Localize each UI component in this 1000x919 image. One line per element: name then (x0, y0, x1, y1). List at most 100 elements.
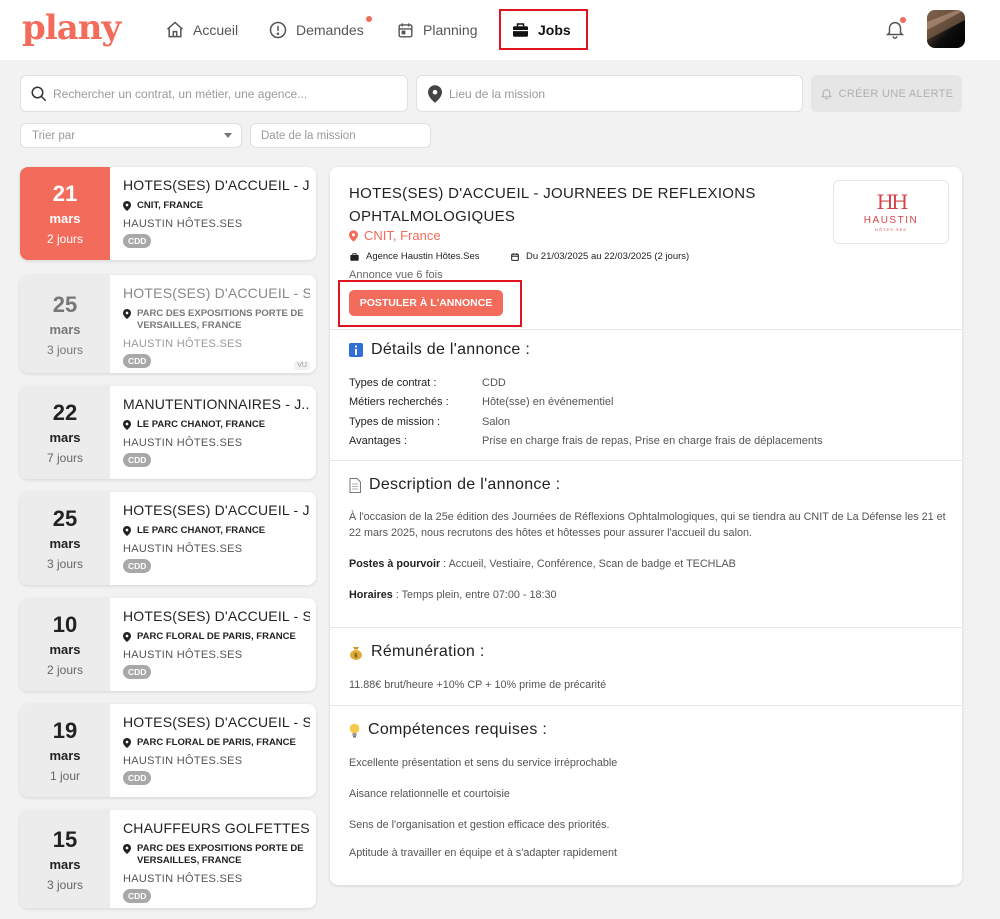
description-text: À l'occasion de la 25e édition des Journ… (349, 511, 946, 539)
job-card-location: PARC FLORAL DE PARIS, FRANCE (123, 737, 310, 749)
job-card-date: 19 mars 1 jour (20, 704, 110, 797)
job-card-agency: HAUSTIN HÔTES.SES (123, 338, 243, 350)
plany-logo[interactable]: plany (22, 8, 121, 48)
location-pin-icon (349, 229, 358, 242)
schedule-value: : Temps plein, entre 07:00 - 18:30 (392, 589, 557, 601)
location-pin-icon (123, 632, 131, 642)
remuneration-heading-label: Rémunération : (371, 643, 485, 660)
detail-value: Hôte(sse) en événementiel (482, 396, 614, 408)
agency-logo: HH HAUSTIN HÔTES.SES (833, 180, 949, 244)
job-card-day: 21 (52, 181, 78, 206)
job-card[interactable]: 25 mars 3 jours HOTES(SES) D'ACCUEIL - J...… (20, 492, 316, 585)
job-dates: Du 21/03/2025 au 22/03/2025 (2 jours) (510, 251, 689, 262)
contract-badge: CDD (123, 771, 152, 785)
job-card-agency: HAUSTIN HÔTES.SES (123, 649, 243, 661)
notification-dot (366, 16, 372, 22)
divider (330, 705, 962, 706)
job-location: CNIT, France (349, 228, 441, 243)
job-card-month: mars (49, 536, 81, 551)
detail-row: Métiers recherchés : Hôte(sse) en événeme… (349, 396, 613, 408)
nav-demandes-label: Demandes (296, 22, 364, 38)
job-card-location-label: PARC FLORAL DE PARIS, FRANCE (137, 737, 296, 748)
job-card-month: mars (49, 321, 81, 337)
job-card-duration: 7 jours (46, 451, 84, 465)
calendar-icon (511, 252, 519, 261)
detail-label: Métiers recherchés : (349, 396, 449, 408)
location-placeholder: Lieu de la mission (449, 86, 546, 101)
job-card[interactable]: 19 mars 1 jour HOTES(SES) D'ACCUEIL - S... P… (20, 704, 316, 797)
contract-badge: CDD (123, 559, 152, 573)
remuneration-text: 11.88€ brut/heure +10% CP + 10% prime de… (349, 679, 607, 691)
job-card-title: HOTES(SES) D'ACCUEIL - J... (123, 502, 310, 518)
job-card[interactable]: 15 mars 3 jours CHAUFFEURS GOLFETTES... PARC… (20, 810, 316, 908)
money-bag-icon: $ (350, 646, 362, 660)
jobs-highlight-box (499, 9, 588, 50)
job-card-month: mars (49, 211, 81, 226)
job-card-date: 25 mars 3 jours (20, 275, 110, 373)
location-pin-icon (123, 844, 131, 854)
job-card-location-label: CNIT, FRANCE (137, 200, 203, 211)
divider (330, 460, 962, 461)
job-card-agency: HAUSTIN HÔTES.SES (123, 755, 243, 767)
job-card-date: 10 mars 2 jours (20, 598, 110, 691)
info-icon (349, 343, 363, 357)
job-card-duration: 2 jours (46, 232, 84, 246)
job-card-location: PARC DES EXPOSITIONS PORTE DE VERSAILLES… (123, 843, 310, 867)
agency-logo-name: HAUSTIN (863, 215, 919, 226)
notifications-button[interactable] (884, 17, 906, 46)
search-input[interactable]: Rechercher un contrat, un métier, une ag… (20, 75, 408, 112)
seen-badge: VU (294, 361, 310, 370)
mission-date-input[interactable]: Date de la mission (250, 123, 431, 148)
create-alert-button[interactable]: CRÉER UNE ALERTE (811, 75, 962, 112)
location-input[interactable]: Lieu de la mission (416, 75, 803, 112)
skill-item: Excellente présentation et sens du servi… (349, 757, 618, 769)
search-icon (31, 86, 47, 101)
job-card-title: HOTES(SES) D'ACCUEIL - S... (123, 714, 310, 730)
location-pin-icon (428, 84, 442, 103)
job-agency: Agence Haustin Hôtes.Ses (349, 251, 480, 262)
job-card[interactable]: 25 mars 3 jours HOTES(SES) D'ACCUEIL - S...… (20, 275, 316, 373)
positions-value: : Accueil, Vestiaire, Conférence, Scan d… (440, 558, 736, 570)
nav-planning[interactable]: Planning (396, 0, 478, 60)
contract-badge: CDD (123, 889, 152, 903)
sort-select[interactable]: Trier par (20, 123, 242, 148)
detail-row: Avantages : Prise en charge frais de repa… (349, 435, 823, 447)
job-card-title: HOTES(SES) D'ACCUEIL - S... (123, 285, 310, 301)
job-agency-label: Agence Haustin Hôtes.Ses (366, 251, 480, 262)
detail-label: Types de contrat : (349, 377, 437, 389)
job-card-day: 25 (52, 291, 78, 317)
job-card-location: PARC FLORAL DE PARIS, FRANCE (123, 631, 310, 643)
location-pin-icon (123, 309, 131, 319)
job-card-duration: 1 jour (49, 769, 81, 783)
job-card-date: 25 mars 3 jours (20, 492, 110, 585)
job-card-agency: HAUSTIN HÔTES.SES (123, 218, 243, 230)
job-card-date: 15 mars 3 jours (20, 810, 110, 908)
schedule-line: Horaires : Temps plein, entre 07:00 - 18… (349, 587, 949, 603)
job-card-day: 22 (52, 400, 78, 425)
job-card-duration: 3 jours (46, 877, 84, 892)
location-pin-icon (123, 526, 131, 536)
skill-item: Aptitude à travailler en équipe et à s'a… (349, 847, 617, 859)
description-heading: Description de l'annonce : (349, 476, 560, 494)
nav-demandes[interactable]: Demandes (268, 0, 372, 60)
location-pin-icon (123, 420, 131, 430)
job-card-location-label: PARC DES EXPOSITIONS PORTE DE VERSAILLES… (137, 308, 304, 331)
job-card-location: PARC DES EXPOSITIONS PORTE DE VERSAILLES… (123, 308, 310, 332)
job-card-date: 22 mars 7 jours (20, 386, 110, 479)
job-card-day: 15 (52, 826, 78, 852)
create-alert-label: CRÉER UNE ALERTE (838, 87, 954, 100)
job-card[interactable]: 10 mars 2 jours HOTES(SES) D'ACCUEIL - S...… (20, 598, 316, 691)
positions-label: Postes à pourvoir (349, 558, 441, 570)
job-card-date: 21 mars 2 jours (20, 167, 110, 260)
contract-badge: CDD (123, 453, 152, 467)
job-title: HOTES(SES) D'ACCUEIL - JOURNEES DE REFLE… (349, 185, 756, 225)
user-avatar[interactable] (927, 10, 965, 48)
location-pin-icon (123, 201, 131, 211)
detail-value: CDD (482, 377, 506, 389)
nav-accueil[interactable]: Accueil (165, 0, 238, 60)
job-card[interactable]: 21 mars 2 jours HOTES(SES) D'ACCUEIL - J...… (20, 167, 316, 260)
job-card[interactable]: 22 mars 7 jours MANUTENTIONNAIRES - J... LE … (20, 386, 316, 479)
alert-circle-icon (269, 21, 287, 39)
document-icon (349, 477, 361, 493)
job-card-duration: 3 jours (46, 557, 84, 571)
